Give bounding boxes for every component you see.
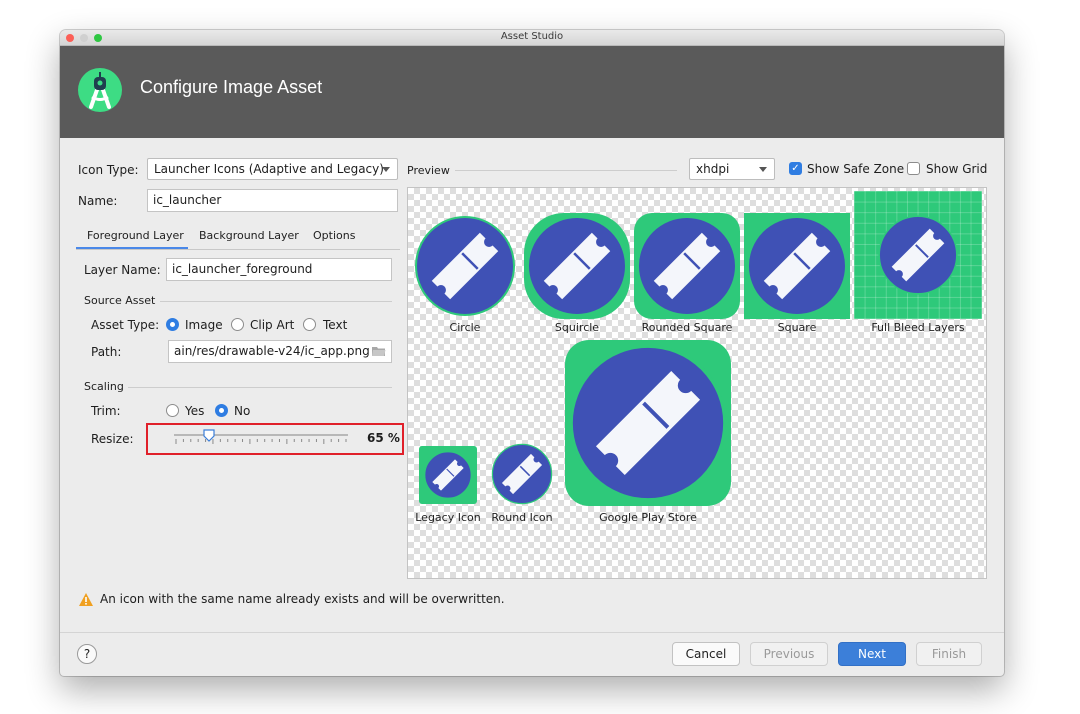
asset-type-text-label: Text — [323, 318, 348, 332]
preview-play-store-icon — [565, 340, 731, 506]
preview-full-bleed-label: Full Bleed Layers — [871, 321, 965, 334]
cancel-button[interactable]: Cancel — [672, 642, 740, 666]
wizard-header: Configure Image Asset — [60, 46, 1004, 138]
preview-rounded-square-icon — [634, 213, 740, 319]
density-dropdown[interactable]: xhdpi — [689, 158, 775, 180]
show-grid-label: Show Grid — [926, 162, 988, 176]
next-button[interactable]: Next — [838, 642, 906, 666]
asset-type-clip-art-radio[interactable] — [231, 318, 244, 331]
show-grid-checkbox[interactable] — [907, 162, 920, 175]
footer-divider — [60, 632, 1004, 633]
trim-no-label: No — [234, 404, 251, 418]
preview-legacy-icon — [419, 446, 477, 504]
path-label: Path: — [91, 345, 122, 359]
chevron-down-icon — [759, 167, 767, 172]
asset-type-clip-art-label: Clip Art — [250, 318, 295, 332]
asset-type-image-radio[interactable] — [166, 318, 179, 331]
show-safe-zone-checkbox[interactable]: ✓ — [789, 162, 802, 175]
asset-studio-window: Asset Studio Configure Image Asset Icon … — [60, 30, 1004, 676]
slider-ticks — [175, 439, 347, 444]
chevron-down-icon — [382, 167, 390, 172]
asset-type-text-radio[interactable] — [303, 318, 316, 331]
android-studio-logo-icon — [78, 68, 122, 112]
preview-square-label: Square — [777, 321, 817, 334]
resize-slider[interactable] — [174, 429, 348, 449]
overwrite-warning-text: An icon with the same name already exist… — [100, 592, 505, 606]
preview-squircle-label: Squircle — [554, 321, 600, 334]
source-asset-divider — [160, 301, 392, 302]
asset-type-image-label: Image — [185, 318, 223, 332]
path-input[interactable]: ain/res/drawable-v24/ic_app.png — [168, 340, 392, 363]
preview-circle-label: Circle — [449, 321, 481, 334]
icon-type-dropdown[interactable]: Launcher Icons (Adaptive and Legacy) — [147, 158, 398, 180]
layer-name-input[interactable]: ic_launcher_foreground — [166, 258, 392, 281]
tab-options[interactable]: Options — [313, 229, 355, 242]
preview-divider — [455, 170, 677, 171]
layer-name-label: Layer Name: — [84, 263, 161, 277]
finish-button[interactable]: Finish — [916, 642, 982, 666]
density-value: xhdpi — [696, 162, 730, 176]
slider-track — [174, 434, 348, 436]
preview-full-bleed-icon — [854, 191, 982, 319]
show-safe-zone-label: Show Safe Zone — [807, 162, 905, 176]
tab-background-layer[interactable]: Background Layer — [199, 229, 299, 242]
resize-value: 65 % — [367, 431, 400, 445]
trim-yes-radio[interactable] — [166, 404, 179, 417]
resize-label: Resize: — [91, 432, 134, 446]
preview-label: Preview — [407, 164, 450, 177]
warning-icon — [79, 593, 93, 606]
trim-yes-label: Yes — [185, 404, 205, 418]
previous-button[interactable]: Previous — [750, 642, 828, 666]
icon-type-label: Icon Type: — [78, 163, 139, 177]
preview-round-icon — [490, 442, 554, 506]
preview-legacy-label: Legacy Icon — [415, 511, 481, 524]
scaling-section-label: Scaling — [84, 380, 124, 393]
preview-circle-icon — [412, 213, 518, 319]
page-title: Configure Image Asset — [140, 77, 323, 97]
preview-play-store-label: Google Play Store — [599, 511, 697, 524]
trim-label: Trim: — [91, 404, 121, 418]
folder-icon[interactable] — [372, 346, 386, 357]
icon-type-value: Launcher Icons (Adaptive and Legacy) — [154, 162, 384, 176]
asset-type-label: Asset Type: — [91, 318, 160, 332]
preview-rounded-square-label: Rounded Square — [641, 321, 733, 334]
preview-round-icon-label: Round Icon — [491, 511, 553, 524]
preview-squircle-icon — [524, 213, 630, 319]
window-title: Asset Studio — [500, 31, 564, 42]
name-input[interactable]: ic_launcher — [147, 189, 398, 212]
name-label: Name: — [78, 194, 118, 208]
preview-square-icon — [744, 213, 850, 319]
trim-no-radio[interactable] — [215, 404, 228, 417]
title-bar: Asset Studio — [60, 30, 1004, 46]
tabs-divider — [76, 249, 400, 250]
slider-thumb[interactable] — [203, 429, 215, 442]
source-asset-section-label: Source Asset — [84, 294, 156, 307]
scaling-divider — [128, 387, 392, 388]
tab-foreground-layer[interactable]: Foreground Layer — [87, 229, 184, 242]
help-button[interactable]: ? — [77, 644, 97, 664]
icon-preview-panel: Circle Squircle Rounded Square Square Fu… — [407, 187, 987, 579]
